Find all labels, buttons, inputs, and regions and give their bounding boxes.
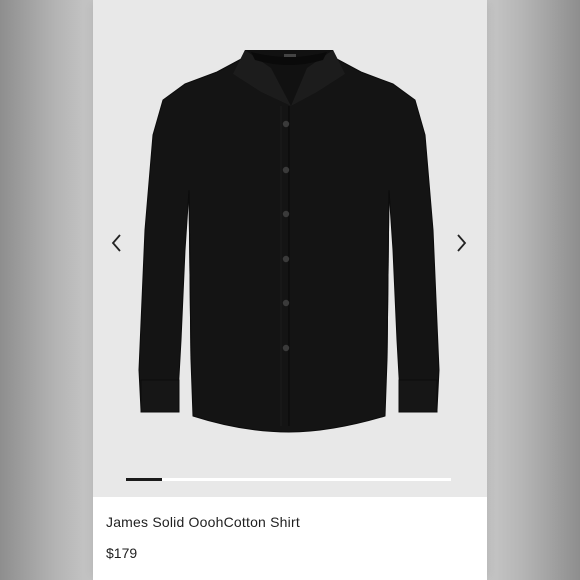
carousel-progress-track[interactable] bbox=[126, 478, 451, 481]
product-image[interactable] bbox=[131, 40, 447, 448]
chevron-left-icon bbox=[111, 234, 121, 252]
background-page-right bbox=[487, 0, 580, 580]
previous-image-button[interactable] bbox=[105, 231, 129, 255]
background-page-left bbox=[0, 0, 93, 580]
product-card[interactable]: James Solid OoohCotton Shirt $179 bbox=[93, 0, 487, 580]
product-image-carousel[interactable] bbox=[93, 0, 487, 497]
screen: James Solid OoohCotton Shirt $179 bbox=[0, 0, 580, 580]
carousel-progress-indicator bbox=[126, 478, 162, 481]
next-image-button[interactable] bbox=[449, 231, 473, 255]
product-title[interactable]: James Solid OoohCotton Shirt bbox=[106, 514, 300, 530]
product-price: $179 bbox=[106, 545, 138, 561]
chevron-right-icon bbox=[457, 234, 467, 252]
